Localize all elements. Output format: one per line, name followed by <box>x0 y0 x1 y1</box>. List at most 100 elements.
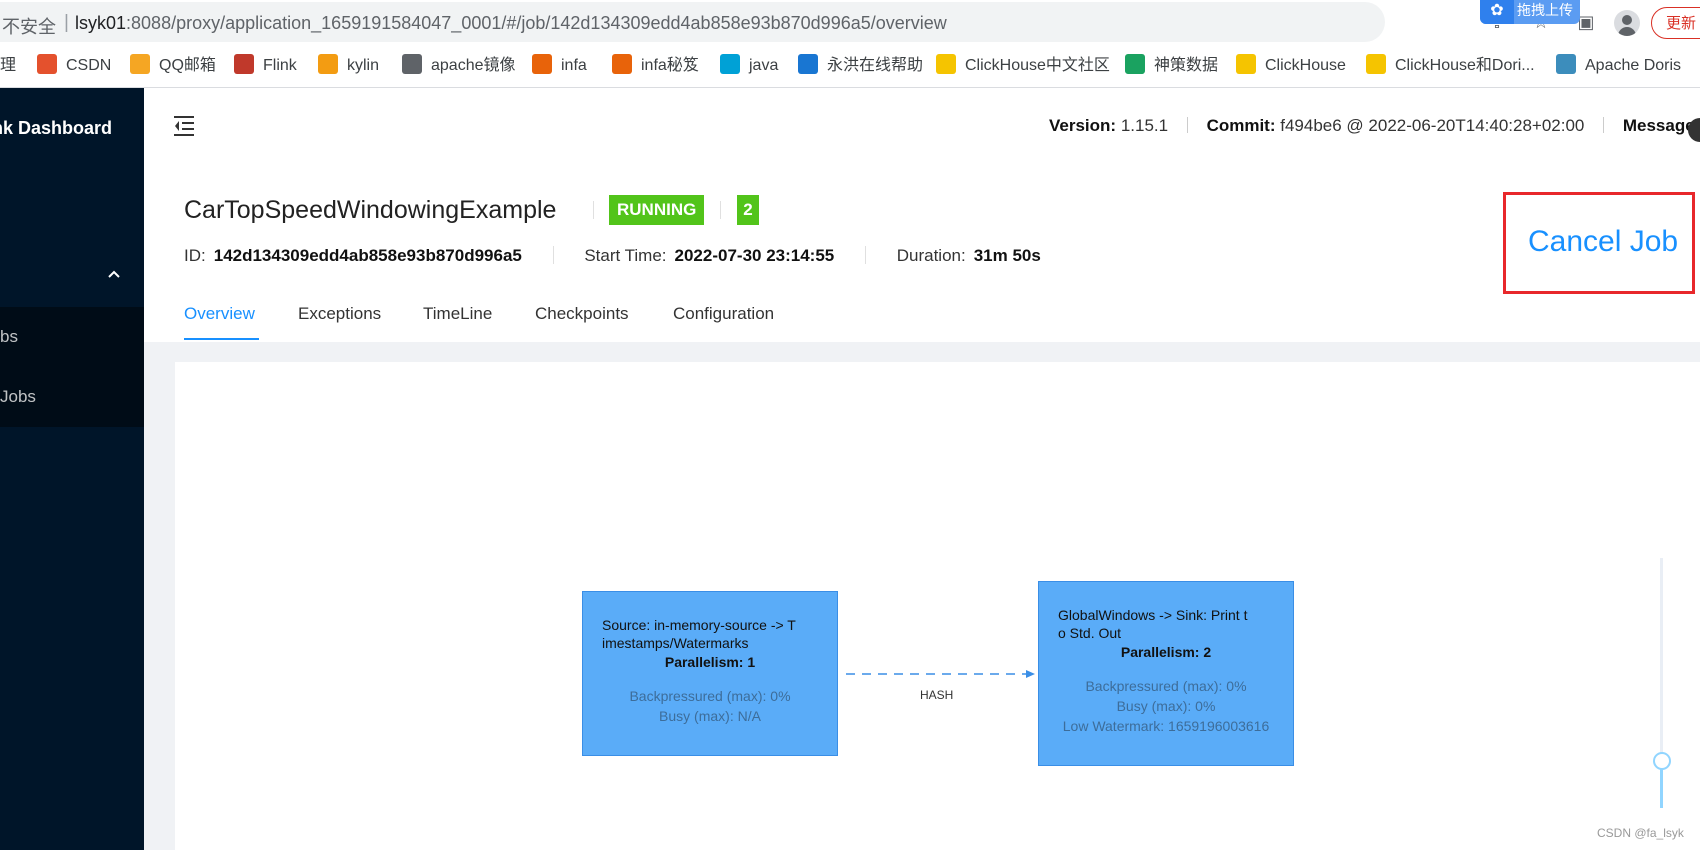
bookmark-label: infa <box>561 57 587 74</box>
app-brand[interactable]: nk Dashboard <box>0 118 112 139</box>
url-text[interactable]: lsyk01:8088/proxy/application_1659191584… <box>75 13 947 34</box>
start-time-label: Start Time: <box>584 246 667 265</box>
tab-exceptions[interactable]: Exceptions <box>298 304 381 324</box>
bookmark-item[interactable]: infa <box>532 54 587 78</box>
app-title: nk Dashboard <box>0 118 113 138</box>
active-tab-indicator <box>184 338 259 340</box>
bookmark-label: QQ邮箱 <box>159 57 216 74</box>
bookmark-item[interactable]: infa秘笈 <box>612 54 699 78</box>
update-button[interactable]: 更新 <box>1651 7 1700 39</box>
bookmark-item[interactable]: 永洪在线帮助 <box>798 54 923 78</box>
bookmark-label: 理 <box>0 57 17 74</box>
chevron-up-icon[interactable] <box>108 266 120 278</box>
bookmark-item[interactable]: QQ邮箱 <box>130 54 216 78</box>
version-label: Version: <box>1049 116 1117 135</box>
commit-label: Commit: <box>1206 116 1276 135</box>
job-meta: ID: 142d134309edd4ab858e93b870d996a5 Star… <box>184 246 1041 266</box>
zoom-slider-handle[interactable] <box>1653 752 1671 770</box>
bookmark-item[interactable]: 理 <box>0 54 16 78</box>
bookmark-item[interactable]: Flink <box>234 54 297 78</box>
profile-avatar[interactable] <box>1614 10 1640 36</box>
sidebar: nk Dashboard bs Jobs <box>0 88 144 850</box>
bookmark-item[interactable]: Apache Doris <box>1556 54 1681 78</box>
url-path: :8088/proxy/application_1659191584047_00… <box>126 13 947 33</box>
job-name: CarTopSpeedWindowingExample <box>184 196 557 224</box>
edge-label: HASH <box>920 688 954 702</box>
task-count-badge: 2 <box>737 195 759 225</box>
clickhouse-icon <box>936 54 956 74</box>
bookmark-label: infa秘笈 <box>641 57 699 74</box>
version-info: Version: 1.15.1 Commit: f494be6 @ 2022-0… <box>1049 116 1700 136</box>
kylin-icon <box>318 54 338 74</box>
qqmail-icon <box>130 54 150 74</box>
node-backpressure: Backpressured (max): 0% <box>629 688 791 704</box>
tab-overview[interactable]: Overview <box>184 304 255 324</box>
start-time-value: 2022-07-30 23:14:55 <box>674 246 835 265</box>
bookmark-item[interactable]: ClickHouse和Dori... <box>1366 54 1535 78</box>
url-separator: | <box>64 12 69 33</box>
bookmark-item[interactable]: ClickHouse <box>1236 54 1346 78</box>
url-host: lsyk01 <box>75 13 127 33</box>
bookmark-label: 永洪在线帮助 <box>827 57 924 74</box>
duration-value: 31m 50s <box>973 246 1041 265</box>
node-busy: Busy (max): N/A <box>659 708 761 724</box>
bookmark-item[interactable]: CSDN <box>37 54 111 78</box>
baidu-netdisk-icon[interactable]: ✿ <box>1480 0 1514 24</box>
flink-icon <box>234 54 254 74</box>
sidebar-item-completed-jobs[interactable]: Jobs <box>0 367 144 427</box>
bookmark-label: ClickHouse <box>1265 57 1346 74</box>
browser-address-bar: 不安全 | lsyk01:8088/proxy/application_1659… <box>0 0 1700 45</box>
tab-timeline[interactable]: TimeLine <box>423 304 492 324</box>
url-field[interactable]: 不安全 | lsyk01:8088/proxy/application_1659… <box>0 2 1385 42</box>
tab-checkpoints[interactable]: Checkpoints <box>535 304 629 324</box>
doris-icon <box>1556 54 1576 74</box>
cancel-job-button[interactable]: Cancel Job <box>1528 225 1678 259</box>
bookmark-label: kylin <box>347 57 380 74</box>
watermark-credit: CSDN @fa_lsyk <box>1597 826 1684 840</box>
infa-icon <box>612 54 632 74</box>
tab-configuration[interactable]: Configuration <box>673 304 774 324</box>
node-backpressure: Backpressured (max): 0% <box>1085 678 1247 694</box>
bookmark-label: ClickHouse中文社区 <box>965 57 1110 74</box>
sidebar-item-label: Jobs <box>0 387 36 406</box>
bookmark-label: Apache Doris <box>1585 57 1682 74</box>
bookmark-label: CSDN <box>66 57 112 74</box>
job-id-value: 142d134309edd4ab858e93b870d996a5 <box>213 246 522 265</box>
node-parallelism: Parallelism: 2 <box>1120 644 1212 660</box>
yonghong-icon <box>798 54 818 74</box>
bookmark-item[interactable]: java <box>720 54 778 78</box>
upload-label: 拖拽上传 <box>1517 2 1573 18</box>
bookmarks-bar: 理 CSDN QQ邮箱 Flink kylin apache镜像 infa infa秘笈 jav… <box>0 45 1700 88</box>
globe-icon <box>402 54 422 74</box>
node-title: GlobalWindows -> Sink: Print to Std. Out <box>1058 607 1248 641</box>
node-title: Source: in-memory-source -> Timestamps/W… <box>602 617 796 651</box>
csdn-icon <box>37 54 57 74</box>
commit-value: f494be6 @ 2022-06-20T14:40:28+02:00 <box>1280 116 1585 135</box>
bookmark-label: apache镜像 <box>431 57 516 74</box>
bookmark-item[interactable]: apache镜像 <box>402 54 516 78</box>
node-parallelism: Parallelism: 1 <box>664 654 756 670</box>
bookmark-label: Flink <box>263 57 297 74</box>
bookmark-label: 神策数据 <box>1154 57 1219 74</box>
sidebar-item-running-jobs[interactable]: bs <box>0 307 144 367</box>
bilibili-icon <box>720 54 740 74</box>
menu-fold-icon[interactable] <box>174 116 196 136</box>
sidebar-item-label: bs <box>0 327 18 346</box>
node-busy: Busy (max): 0% <box>1116 698 1216 714</box>
sidebar-submenu: bs Jobs <box>0 307 144 427</box>
bookmark-label: ClickHouse和Dori... <box>1395 57 1535 74</box>
bookmark-item[interactable]: kylin <box>318 54 379 78</box>
graph-node-sink[interactable]: GlobalWindows -> Sink: Print to Std. Out… <box>1038 581 1294 766</box>
job-graph-canvas[interactable] <box>175 362 1700 850</box>
graph-node-source[interactable]: Source: in-memory-source -> Timestamps/W… <box>582 591 838 756</box>
infa-icon <box>532 54 552 74</box>
job-status-badge: RUNNING <box>609 195 705 225</box>
insecure-label[interactable]: 不安全 <box>2 13 56 39</box>
sensors-icon <box>1125 54 1145 74</box>
duration-label: Duration: <box>896 246 966 265</box>
bookmark-item[interactable]: ClickHouse中文社区 <box>936 54 1110 78</box>
bookmark-item[interactable]: 神策数据 <box>1125 54 1218 78</box>
version-value: 1.15.1 <box>1120 116 1169 135</box>
graph-edge <box>846 670 1035 678</box>
bookmark-label: java <box>749 57 779 74</box>
